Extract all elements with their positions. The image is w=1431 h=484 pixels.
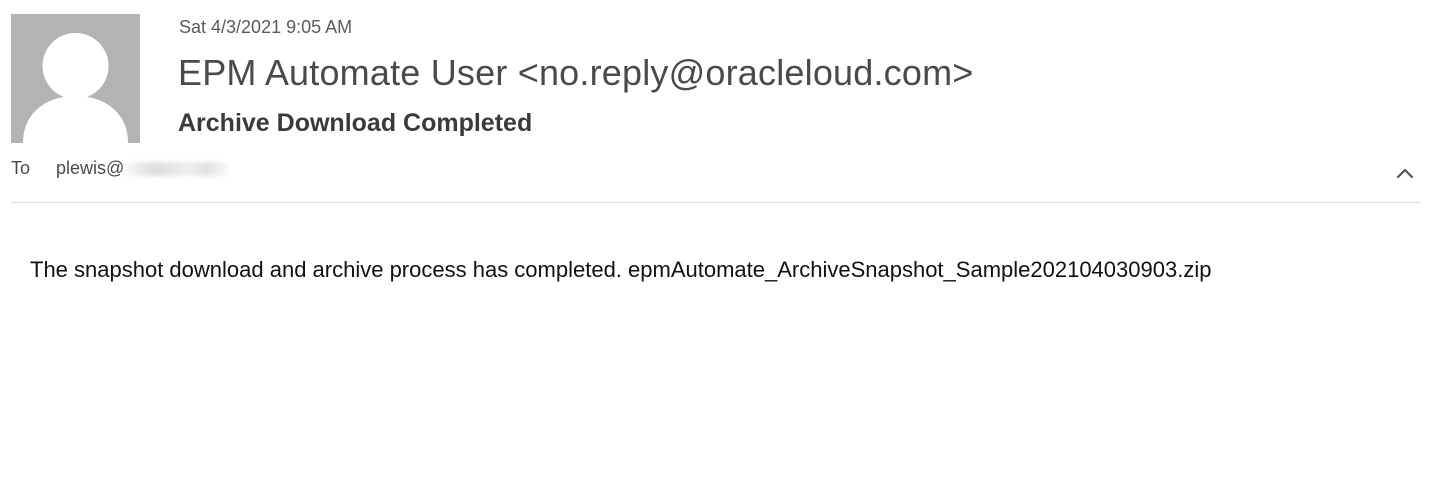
- recipient-address[interactable]: plewis@: [56, 158, 124, 179]
- header-divider: [11, 202, 1420, 203]
- sent-date: Sat 4/3/2021 9:05 AM: [179, 17, 353, 37]
- email-subject: Archive Download Completed: [178, 109, 533, 137]
- recipients-row: To plewis@: [11, 158, 229, 179]
- chevron-up-icon: [1396, 168, 1414, 179]
- sender-name[interactable]: EPM Automate User <no.reply@oracleloud.c…: [178, 52, 974, 94]
- email-body: The snapshot download and archive proces…: [30, 257, 1212, 282]
- sender-avatar[interactable]: [11, 14, 140, 143]
- default-person-avatar-icon: [11, 14, 140, 143]
- collapse-header-button[interactable]: [1394, 164, 1416, 182]
- redacted-domain: [126, 161, 229, 176]
- to-label: To: [11, 158, 31, 178]
- email-reading-pane: Sat 4/3/2021 9:05 AM EPM Automate User <…: [0, 0, 1431, 484]
